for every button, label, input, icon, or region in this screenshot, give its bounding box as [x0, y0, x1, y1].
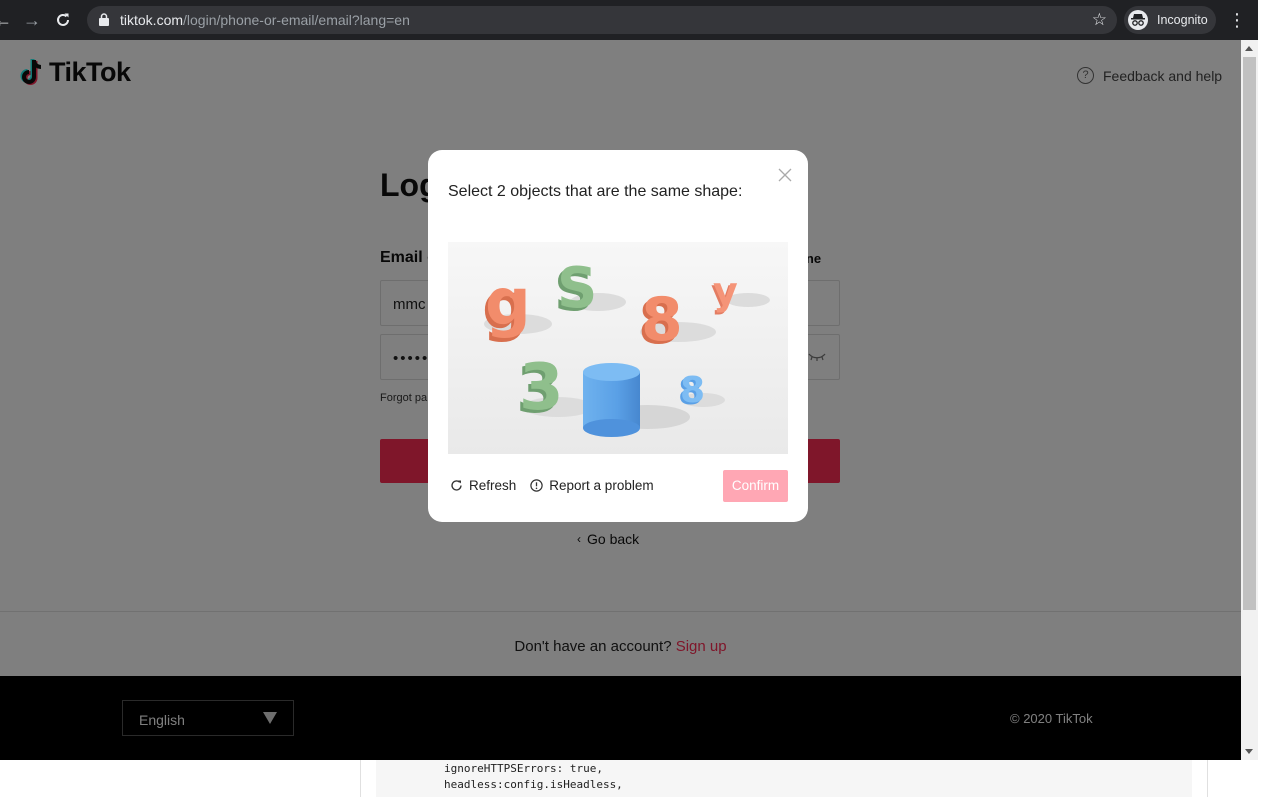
report-label: Report a problem	[549, 478, 654, 493]
incognito-indicator[interactable]: Incognito	[1124, 6, 1216, 34]
code-line: ignoreHTTPSErrors: true,	[444, 762, 603, 775]
svg-text:g: g	[485, 266, 531, 340]
object-3[interactable]: 3 3	[516, 351, 564, 428]
scroll-up-icon[interactable]	[1245, 46, 1253, 51]
scroll-thumb[interactable]	[1243, 57, 1256, 610]
alert-icon	[530, 479, 543, 492]
object-s[interactable]: S S	[554, 256, 597, 324]
scroll-down-icon[interactable]	[1245, 749, 1253, 754]
bookmark-star-icon[interactable]: ☆	[1092, 10, 1107, 30]
browser-window: ← → tiktok.com/login/phone-or-email/emai…	[0, 0, 1258, 760]
object-y[interactable]: y y	[711, 269, 738, 315]
forward-arrow-icon[interactable]: →	[21, 9, 43, 31]
captcha-image[interactable]: g g S S 8 8 y y 3 3 8 8	[448, 242, 788, 454]
report-problem-button[interactable]: Report a problem	[530, 478, 654, 493]
object-8-orange[interactable]: 8 8	[638, 285, 683, 358]
background-editor: ignoreHTTPSErrors: true, headless:config.…	[0, 760, 1275, 797]
address-bar[interactable]: tiktok.com/login/phone-or-email/email?la…	[87, 6, 1117, 34]
svg-text:S: S	[557, 256, 597, 321]
object-cylinder[interactable]	[583, 363, 640, 437]
url-path: /login/phone-or-email/email?lang=en	[183, 12, 410, 28]
code-snippet: ignoreHTTPSErrors: true, headless:config.…	[376, 760, 1192, 797]
svg-text:8: 8	[680, 370, 705, 411]
object-8-blue[interactable]: 8 8	[678, 370, 705, 413]
page-scrollbar[interactable]	[1241, 40, 1258, 760]
confirm-button[interactable]: Confirm	[723, 470, 788, 502]
refresh-icon	[451, 480, 462, 491]
svg-text:8: 8	[641, 285, 683, 355]
refresh-label: Refresh	[469, 478, 517, 493]
back-arrow-icon[interactable]: ←	[0, 9, 14, 31]
browser-menu-icon[interactable]: ⋮	[1228, 10, 1246, 30]
close-icon[interactable]	[778, 168, 792, 182]
editor-divider	[1207, 760, 1208, 797]
lock-icon	[99, 13, 109, 26]
incognito-label: Incognito	[1157, 13, 1208, 27]
code-line: headless:config.isHeadless,	[444, 778, 623, 791]
url-host: tiktok.com	[120, 12, 184, 28]
incognito-icon	[1128, 10, 1148, 30]
browser-toolbar: ← → tiktok.com/login/phone-or-email/emai…	[0, 0, 1258, 40]
object-g[interactable]: g g	[482, 266, 531, 344]
captcha-modal: Select 2 objects that are the same shape…	[428, 150, 808, 522]
url-text: tiktok.com/login/phone-or-email/email?la…	[120, 12, 410, 28]
editor-divider	[360, 760, 361, 797]
svg-text:3: 3	[519, 351, 564, 425]
svg-text:y: y	[713, 269, 738, 313]
reload-icon[interactable]	[52, 9, 74, 31]
captcha-actions: Refresh Report a problem	[450, 478, 668, 493]
refresh-button[interactable]: Refresh	[450, 478, 516, 493]
captcha-prompt: Select 2 objects that are the same shape…	[448, 183, 743, 200]
